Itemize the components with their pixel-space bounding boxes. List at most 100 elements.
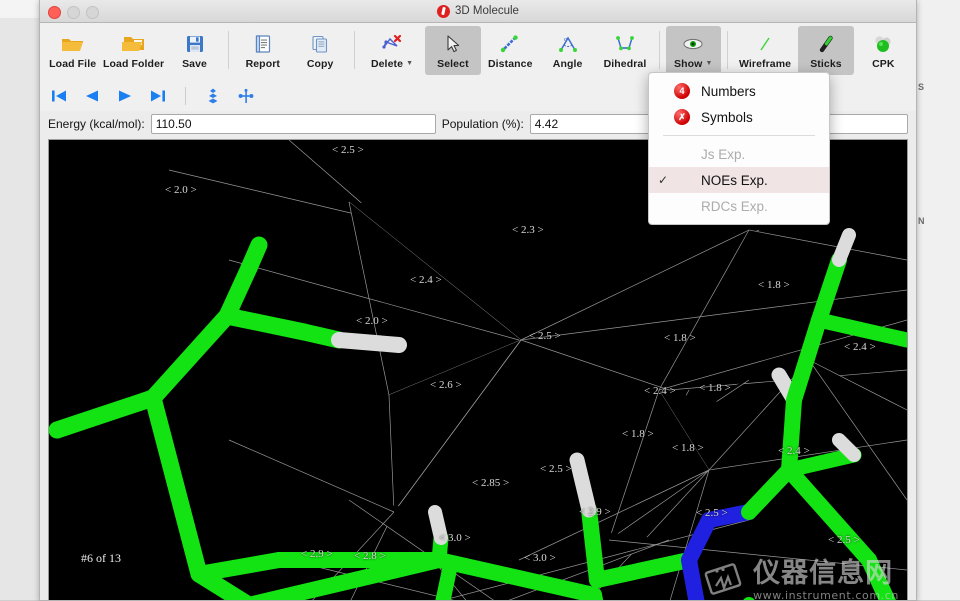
toolbar-button-cpk[interactable]: CPK (856, 26, 911, 75)
noe-distance-label: < 3.0 > (524, 552, 556, 564)
toolbar-button-show[interactable]: Show ▼ (666, 26, 721, 75)
menu-item-label: RDCs Exp. (701, 199, 768, 214)
noe-distance-label: < 2.0 > (356, 315, 388, 327)
noe-distance-label: < 2.3 > (512, 224, 544, 236)
distance-ruler-icon (499, 31, 521, 57)
maximize-button[interactable] (86, 6, 99, 19)
toolbar-button-report[interactable]: Report (235, 26, 290, 75)
toolbar-label: Load File (49, 58, 96, 70)
first-frame-button[interactable] (49, 86, 69, 106)
previous-frame-button[interactable] (82, 86, 102, 106)
noe-distance-label: < 2.4 > (778, 445, 810, 457)
chevron-down-icon[interactable]: ▼ (406, 60, 413, 67)
show-dropdown-menu[interactable]: 4 Numbers ✗ Symbols Js Exp. ✓ NOEs Exp. … (648, 72, 830, 225)
toolbar-separator (354, 31, 355, 69)
app-badge-icon (437, 5, 450, 18)
toolbar-label: Select (437, 58, 469, 70)
close-button[interactable] (48, 6, 61, 19)
floppy-disk-icon (185, 31, 205, 57)
align-molecule-button[interactable] (236, 86, 256, 106)
noe-distance-label: < 2.5 > (529, 330, 561, 342)
toolbar-button-delete[interactable]: Delete ▼ (361, 26, 424, 75)
toolbar-button-dihedral[interactable]: Dihedral (597, 26, 652, 75)
noe-distance-label: < 2.8 > (354, 550, 386, 562)
noe-distance-label: < 2.6 > (430, 379, 462, 391)
noe-distance-label: < 1.8 > (622, 428, 654, 440)
noe-distance-label: < 2.4 > (844, 341, 876, 353)
noe-distance-label: < 1.8 > (758, 279, 790, 291)
nav-separator (185, 87, 186, 105)
menu-item-js-exp: Js Exp. (649, 141, 829, 167)
toolbar-label: Delete (371, 58, 403, 70)
menu-item-label: Numbers (701, 84, 756, 99)
last-frame-button[interactable] (148, 86, 168, 106)
report-document-icon (253, 31, 273, 57)
noe-distance-label: < 1.8 > (699, 382, 731, 394)
toolbar-label: Report (246, 58, 280, 70)
toolbar-label: Load Folder (103, 58, 164, 70)
toolbar-button-sticks[interactable]: Sticks (798, 26, 853, 75)
window-controls[interactable] (48, 6, 99, 19)
window-titlebar: 3D Molecule (40, 0, 916, 23)
menu-item-label: NOEs Exp. (701, 173, 768, 188)
toolbar-label: Distance (488, 58, 533, 70)
toolbar-button-copy[interactable]: Copy (292, 26, 347, 75)
energy-input[interactable]: 110.50 (151, 114, 436, 134)
stack-conformers-button[interactable] (203, 86, 223, 106)
menu-item-label: Js Exp. (701, 147, 745, 162)
population-value: 4.42 (535, 117, 558, 131)
red-ball-x-icon: ✗ (671, 109, 693, 125)
chevron-down-icon[interactable]: ▼ (705, 60, 712, 67)
noe-distance-label: < 2.5 > (696, 507, 728, 519)
folder-stack-icon (121, 31, 147, 57)
noe-distance-label: < 1.8 > (672, 442, 704, 454)
checkmark-icon: ✓ (655, 173, 671, 187)
minimize-button[interactable] (67, 6, 80, 19)
noe-distance-label: < 2.5 > (828, 534, 860, 546)
toolbar-label: Dihedral (604, 58, 647, 70)
next-frame-button[interactable] (115, 86, 135, 106)
noe-distance-label: < 2.85 > (472, 477, 509, 489)
menu-separator (663, 135, 815, 136)
toolbar-label: Save (182, 58, 207, 70)
toolbar-separator (659, 31, 660, 69)
toolbar-label: Angle (553, 58, 583, 70)
dihedral-icon (614, 31, 636, 57)
delete-molecule-icon (380, 31, 404, 57)
noe-distance-label: < 1.8 > (664, 332, 696, 344)
toolbar-button-select[interactable]: Select (425, 26, 480, 75)
toolbar-button-load-folder[interactable]: Load Folder (102, 26, 165, 75)
toolbar-button-wireframe[interactable]: Wireframe (734, 26, 797, 75)
toolbar-button-distance[interactable]: Distance (483, 26, 538, 75)
toolbar-button-load-file[interactable]: Load File (45, 26, 100, 75)
open-folder-icon (61, 31, 85, 57)
background-ghost-label-1: N (918, 216, 925, 226)
noe-distance-label: < 2.4 > (644, 385, 676, 397)
toolbar-button-save[interactable]: Save (167, 26, 222, 75)
menu-item-noes-exp[interactable]: ✓ NOEs Exp. (649, 167, 829, 193)
red-ball-4-icon: 4 (671, 83, 693, 99)
toolbar-label: CPK (872, 58, 894, 70)
menu-item-label: Symbols (701, 110, 753, 125)
background-ghost-label-0: S (918, 82, 924, 92)
toolbar-separator (727, 31, 728, 69)
menu-item-numbers[interactable]: 4 Numbers (649, 78, 829, 104)
noe-distance-label: < 2.4 > (410, 274, 442, 286)
noe-distance-label: < 2.5 > (332, 144, 364, 156)
energy-label: Energy (kcal/mol): (48, 117, 145, 131)
angle-icon: α (557, 31, 579, 57)
window-title: 3D Molecule (455, 5, 519, 17)
noe-distance-label: < 2.9 > (301, 548, 333, 560)
toolbar-separator (228, 31, 229, 69)
noe-distance-label: < 3.0 > (439, 532, 471, 544)
toolbar-button-angle[interactable]: α Angle (540, 26, 595, 75)
menu-item-symbols[interactable]: ✗ Symbols (649, 104, 829, 130)
copy-pages-icon (310, 31, 330, 57)
wireframe-icon (754, 31, 776, 57)
noe-distance-label: < 2.5 > (540, 463, 572, 475)
cpk-spheres-icon (871, 31, 895, 57)
menu-item-rdcs-exp: RDCs Exp. (649, 193, 829, 219)
eye-icon (682, 31, 704, 57)
toolbar-label: Copy (307, 58, 334, 70)
noe-distance-label: < 2.0 > (165, 184, 197, 196)
